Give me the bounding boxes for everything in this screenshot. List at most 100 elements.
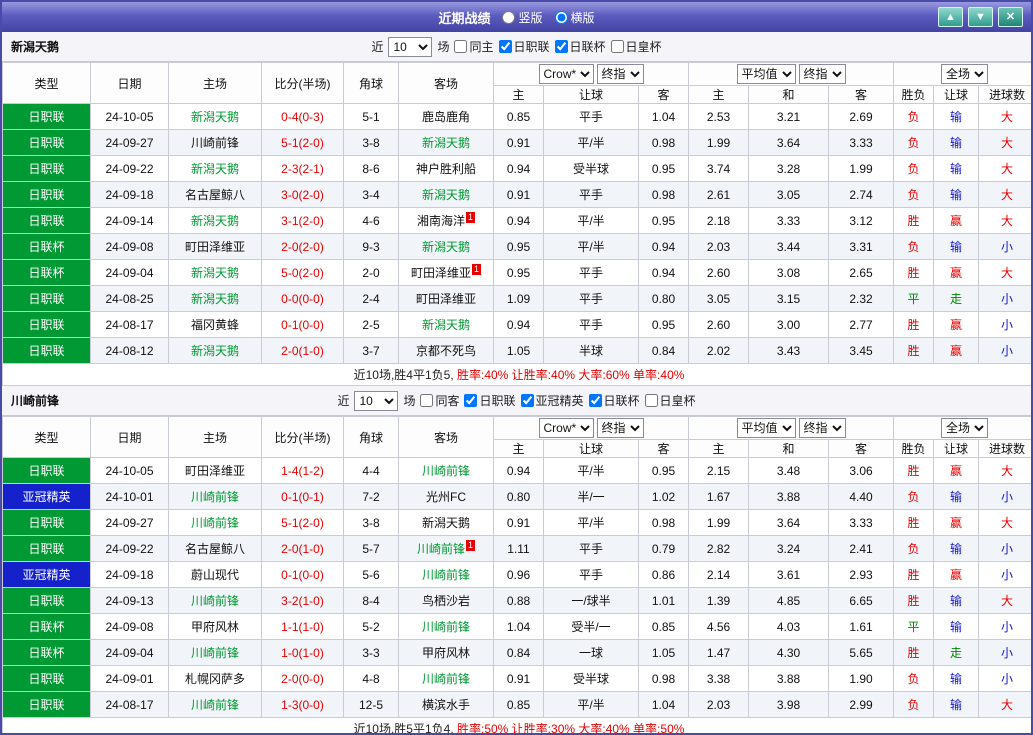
asia-odds-stage-select[interactable]: 终指 <box>596 418 644 438</box>
same-venue-checkbox[interactable] <box>454 40 468 53</box>
col-euro-draw: 和 <box>748 439 829 458</box>
team-link[interactable]: 鸟栖沙岩 <box>422 594 470 608</box>
competition-filter[interactable]: 日联杯 <box>588 392 640 409</box>
euro-odds-stage-select[interactable]: 终指 <box>798 418 846 438</box>
team-link[interactable]: 川崎前锋 <box>422 568 470 582</box>
competition-label: 日联杯 <box>603 394 640 408</box>
match-date: 24-09-01 <box>90 665 169 692</box>
team-link[interactable]: 光州FC <box>426 490 466 504</box>
col-result-goals: 进球数 <box>978 85 1031 104</box>
team-link[interactable]: 町田泽维亚 <box>185 240 245 254</box>
team-link[interactable]: 新潟天鹅 <box>191 292 239 306</box>
competition-checkbox[interactable] <box>498 40 512 53</box>
euro-away-odds: 3.06 <box>827 457 895 484</box>
euro-odds-stage-select[interactable]: 终指 <box>798 64 846 84</box>
team-link[interactable]: 蔚山现代 <box>191 568 239 582</box>
team-link[interactable]: 神户胜利船 <box>416 162 476 176</box>
result-goals: 大 <box>978 155 1031 182</box>
team-link[interactable]: 川崎前锋 <box>191 698 239 712</box>
move-down-button[interactable]: ▼ <box>968 7 993 27</box>
team-link[interactable]: 川崎前锋 <box>191 646 239 660</box>
competition-checkbox[interactable] <box>520 394 534 407</box>
match-date: 24-09-13 <box>90 587 169 614</box>
score-cell: 1-1(1-0) <box>261 613 344 640</box>
away-team-cell: 川崎前锋 <box>398 665 494 692</box>
team-link[interactable]: 新潟天鹅 <box>191 214 239 228</box>
team-link[interactable]: 川崎前锋 <box>417 542 465 556</box>
corner-cell: 7-2 <box>343 483 399 510</box>
team-link[interactable]: 新潟天鹅 <box>422 188 470 202</box>
competition-checkbox[interactable] <box>588 394 602 407</box>
competition-checkbox[interactable] <box>644 394 658 407</box>
team-link[interactable]: 新潟天鹅 <box>422 516 470 530</box>
team-link[interactable]: 甲府风林 <box>422 646 470 660</box>
team-link[interactable]: 町田泽维亚 <box>411 266 471 280</box>
col-euro-away: 客 <box>827 439 895 458</box>
move-up-button[interactable]: ▲ <box>938 7 963 27</box>
competition-filter[interactable]: 日皇杯 <box>610 38 662 55</box>
team-link[interactable]: 川崎前锋 <box>422 464 470 478</box>
team-link[interactable]: 鹿岛鹿角 <box>422 110 470 124</box>
recent-count-select[interactable]: 10 <box>354 390 399 411</box>
match-row: 日职联 24-08-25 新潟天鹅 0-0(0-0) 2-4 町田泽维亚 1.09 平手 0.8… <box>2 285 1031 312</box>
team-link[interactable]: 町田泽维亚 <box>416 292 476 306</box>
team-link[interactable]: 札幌冈萨多 <box>185 672 245 686</box>
competition-filter[interactable]: 日职联 <box>498 38 550 55</box>
team-link[interactable]: 新潟天鹅 <box>422 240 470 254</box>
corner-cell: 3-3 <box>343 639 399 666</box>
euro-source-select[interactable]: 平均值 <box>736 418 796 438</box>
team-link[interactable]: 京都不死鸟 <box>416 344 476 358</box>
horizontal-layout-option[interactable]: 横版 <box>554 9 595 26</box>
vertical-layout-option[interactable]: 竖版 <box>502 9 543 26</box>
same-venue-filter[interactable]: 同主 <box>454 38 494 55</box>
team-link[interactable]: 湘南海洋 <box>417 214 465 228</box>
competition-filter[interactable]: 日皇杯 <box>644 392 696 409</box>
team-link[interactable]: 福冈黄蜂 <box>191 318 239 332</box>
competition-checkbox[interactable] <box>610 40 624 53</box>
competition-filter[interactable]: 日联杯 <box>554 38 606 55</box>
result-scope-select[interactable]: 全场 <box>941 64 989 84</box>
corner-cell: 3-8 <box>343 129 399 156</box>
asia-handicap: 半/一 <box>543 483 639 510</box>
euro-source-select[interactable]: 平均值 <box>736 64 796 84</box>
team-link[interactable]: 甲府风林 <box>191 620 239 634</box>
team-link[interactable]: 新潟天鹅 <box>422 318 470 332</box>
asia-odds-stage-select[interactable]: 终指 <box>596 64 644 84</box>
competition-filter[interactable]: 亚冠精英 <box>520 392 584 409</box>
team-link[interactable]: 新潟天鹅 <box>191 344 239 358</box>
team-link[interactable]: 町田泽维亚 <box>185 464 245 478</box>
team-link[interactable]: 新潟天鹅 <box>422 136 470 150</box>
team-link[interactable]: 新潟天鹅 <box>191 266 239 280</box>
recent-count-select[interactable]: 10 <box>388 36 433 57</box>
asia-handicap: 一/球半 <box>543 587 639 614</box>
vertical-layout-radio[interactable] <box>502 10 516 24</box>
team-link[interactable]: 新潟天鹅 <box>191 162 239 176</box>
same-venue-checkbox[interactable] <box>420 394 434 407</box>
bookmaker-select[interactable]: Crow* <box>538 64 594 84</box>
home-team-cell: 川崎前锋 <box>168 509 262 536</box>
competition-filter[interactable]: 日职联 <box>464 392 516 409</box>
team-link[interactable]: 川崎前锋 <box>191 490 239 504</box>
team-link[interactable]: 川崎前锋 <box>191 136 239 150</box>
team-link[interactable]: 横滨水手 <box>422 698 470 712</box>
team-link[interactable]: 川崎前锋 <box>191 516 239 530</box>
score-cell: 5-1(2-0) <box>261 129 344 156</box>
corner-cell: 8-4 <box>343 587 399 614</box>
competition-checkbox[interactable] <box>554 40 568 53</box>
euro-draw-odds: 3.64 <box>748 129 829 156</box>
team-link[interactable]: 川崎前锋 <box>422 620 470 634</box>
team-link[interactable]: 新潟天鹅 <box>191 110 239 124</box>
team-link[interactable]: 川崎前锋 <box>422 672 470 686</box>
away-team-cell: 鸟栖沙岩 <box>398 587 494 614</box>
bookmaker-select[interactable]: Crow* <box>538 418 594 438</box>
team-link[interactable]: 名古屋鲸八 <box>185 188 245 202</box>
team-link[interactable]: 川崎前锋 <box>191 594 239 608</box>
horizontal-layout-radio[interactable] <box>554 10 568 24</box>
close-button[interactable]: ✕ <box>998 7 1023 27</box>
same-venue-filter[interactable]: 同客 <box>420 392 459 409</box>
result-scope-select[interactable]: 全场 <box>941 418 989 438</box>
team-link[interactable]: 名古屋鲸八 <box>185 542 245 556</box>
home-team-cell: 札幌冈萨多 <box>168 665 262 692</box>
competition-checkbox[interactable] <box>464 394 478 407</box>
vertical-layout-label: 竖版 <box>518 10 543 25</box>
